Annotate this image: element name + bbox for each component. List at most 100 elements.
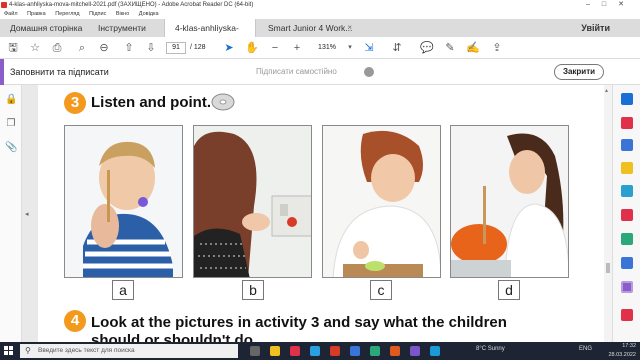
tab-tools-label: Інструменти: [98, 23, 146, 33]
word-icon[interactable]: [350, 346, 360, 356]
attachment-icon[interactable]: 📎: [5, 142, 17, 154]
compress-icon[interactable]: [621, 233, 633, 245]
edit-pdf-icon[interactable]: [621, 139, 633, 151]
label-d: d: [498, 280, 520, 300]
zoom-out-page-icon[interactable]: ⊖: [97, 41, 111, 55]
windows-start-icon[interactable]: [4, 346, 14, 356]
photo-a: [64, 125, 183, 278]
windows-taskbar: ⚲ Введите здесь текст для поиска 8°C Sun…: [0, 342, 640, 360]
acrobat-app-icon: [1, 2, 7, 8]
photo-d: [450, 125, 569, 278]
clock-time: 17:32: [622, 343, 636, 349]
scroll-up-icon[interactable]: ▴: [605, 87, 608, 94]
search-icon[interactable]: ⌕: [75, 41, 89, 55]
fill-sign-tool-icon[interactable]: [621, 281, 633, 293]
pages-icon[interactable]: ❐: [5, 118, 17, 130]
tab-tools[interactable]: Інструменти: [88, 19, 158, 37]
zoom-out-icon[interactable]: −: [268, 41, 282, 55]
acrobat-taskbar-icon[interactable]: [330, 346, 340, 356]
search-placeholder: Введите здесь текст для поиска: [38, 347, 135, 354]
photo-b: [193, 125, 312, 278]
sign-icon[interactable]: ✍: [466, 41, 480, 55]
page-number-input[interactable]: 91: [166, 42, 186, 54]
lock-icon[interactable]: 🔒: [5, 94, 17, 106]
menu-window[interactable]: Вікно: [116, 11, 129, 17]
zoom-app-icon[interactable]: [430, 346, 440, 356]
fill-sign-title: Заповнити та підписати: [10, 67, 109, 77]
scroll-thumb[interactable]: [606, 263, 610, 273]
save-icon[interactable]: 🖫: [6, 41, 20, 55]
export-pdf-icon[interactable]: [621, 117, 633, 129]
tab-close-icon[interactable]: ×: [347, 19, 352, 37]
sign-in-link[interactable]: Увійти: [581, 19, 610, 37]
window-controls[interactable]: –□✕: [586, 0, 636, 10]
arrow-down-icon[interactable]: ⇩: [144, 41, 158, 55]
menu-help[interactable]: Довідка: [139, 11, 159, 17]
scroll-mode-icon[interactable]: ⇵: [390, 41, 404, 55]
label-a: a: [112, 280, 134, 300]
zoom-in-icon[interactable]: +: [290, 41, 304, 55]
left-nav-rail: 🔒 ❐ 📎: [0, 85, 22, 342]
cursor-icon[interactable]: ➤: [222, 41, 236, 55]
section-4-line-2: should or shouldn't do.: [91, 332, 258, 342]
powerpoint-icon[interactable]: [390, 346, 400, 356]
viber-icon[interactable]: [410, 346, 420, 356]
zoom-select[interactable]: 131%: [312, 42, 342, 54]
window-title: 4-klas-anhliyska-mova-mitchell-2021.pdf …: [9, 2, 254, 8]
protect-icon[interactable]: [621, 257, 633, 269]
color-dot-icon[interactable]: [364, 67, 374, 77]
window-titlebar: 4-klas-anhliyska-mova-mitchell-2021.pdf …: [0, 0, 640, 10]
language-indicator[interactable]: ENG: [579, 346, 592, 352]
fit-page-icon[interactable]: ⇲: [362, 41, 376, 55]
create-pdf-icon[interactable]: [621, 93, 633, 105]
clock-date: 28.03.2022: [608, 352, 636, 358]
taskbar-search-input[interactable]: ⚲ Введите здесь текст для поиска: [20, 344, 238, 358]
opera-icon[interactable]: [290, 346, 300, 356]
menu-sign[interactable]: Підпис: [89, 11, 106, 17]
section-3-heading: Listen and point.: [91, 94, 211, 111]
clock[interactable]: 17:32 28.03.2022: [608, 342, 636, 360]
explorer-icon[interactable]: [270, 346, 280, 356]
weather-widget[interactable]: 8°C Sunny: [476, 346, 505, 352]
vertical-scrollbar[interactable]: ▴: [604, 85, 612, 342]
close-button[interactable]: Закрити: [554, 64, 604, 80]
menu-bar: Файл Правка Перегляд Підпис Вікно Довідк…: [0, 10, 640, 19]
more-tools-icon[interactable]: [621, 309, 633, 321]
comment-tool-icon[interactable]: [621, 162, 633, 174]
cd-icon: [211, 93, 235, 111]
star-icon[interactable]: ☆: [28, 41, 42, 55]
comment-icon[interactable]: 💬: [420, 41, 434, 55]
label-b: b: [242, 280, 264, 300]
combine-icon[interactable]: [621, 185, 633, 197]
tab-workbook-label: Smart Junior 4 Work...: [268, 23, 353, 33]
telegram-icon[interactable]: [370, 346, 380, 356]
menu-file[interactable]: Файл: [4, 11, 18, 17]
hand-icon[interactable]: ✋: [245, 41, 259, 55]
print-icon[interactable]: ⎙: [50, 41, 64, 55]
share-icon[interactable]: ⇪: [490, 41, 504, 55]
menu-view[interactable]: Перегляд: [55, 11, 79, 17]
photo-c: [322, 125, 441, 278]
right-tools-rail: [612, 85, 640, 342]
self-sign-button[interactable]: Підписати самостійно: [256, 59, 337, 85]
organize-icon[interactable]: [621, 209, 633, 221]
task-view-icon[interactable]: [250, 346, 260, 356]
section-3-number: 3: [64, 92, 86, 114]
tab-home-label: Домашня сторінка: [10, 23, 83, 33]
tab-bar: Домашня сторінка Інструменти 4-klas-anhl…: [0, 19, 640, 51]
section-4-number: 4: [64, 310, 86, 332]
menu-edit[interactable]: Правка: [27, 11, 46, 17]
tab-workbook[interactable]: Smart Junior 4 Work... ×: [258, 19, 358, 37]
page-total: / 128: [190, 44, 206, 51]
arrow-up-icon[interactable]: ⇧: [122, 41, 136, 55]
edge-icon[interactable]: [310, 346, 320, 356]
section-4-line-1: Look at the pictures in activity 3 and s…: [91, 314, 507, 331]
tab-home[interactable]: Домашня сторінка: [0, 19, 96, 37]
chevron-down-icon[interactable]: ▾: [343, 41, 357, 55]
collapse-left-icon[interactable]: ◂: [25, 210, 29, 218]
fill-sign-bar: Заповнити та підписати Підписати самості…: [0, 59, 640, 85]
accent-strip: [0, 59, 4, 85]
tab-current-document[interactable]: 4-klas-anhliyska-mo...×: [164, 19, 256, 51]
pen-icon[interactable]: ✎: [443, 41, 457, 55]
main-toolbar: 🖫 ☆ ⎙ ⌕ ⊖ ⇧ ⇩ 91 / 128 ➤ ✋ − + 131% ▾ ⇲ …: [0, 37, 640, 59]
